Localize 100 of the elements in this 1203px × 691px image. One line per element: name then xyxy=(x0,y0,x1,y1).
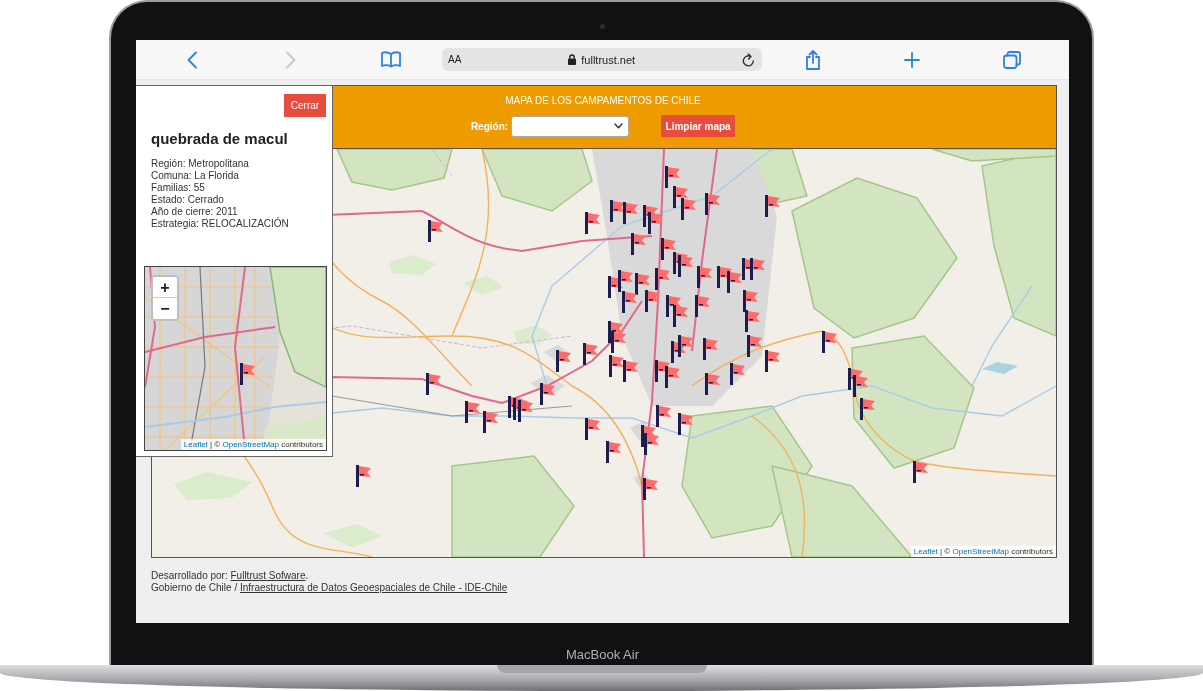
flag-icon[interactable] xyxy=(665,166,680,188)
vegetation-patch xyxy=(389,255,436,275)
back-button[interactable] xyxy=(186,50,198,69)
flag-icon[interactable] xyxy=(697,266,712,288)
flag-icon[interactable] xyxy=(356,465,371,487)
flag-icon[interactable] xyxy=(606,441,621,463)
flag-icon[interactable] xyxy=(610,200,625,222)
tabs-button[interactable] xyxy=(1003,50,1021,69)
flag-icon[interactable] xyxy=(618,270,633,292)
footer-link[interactable]: Infraestructura de Datos Geoespaciales de Chile - IDE-Chile xyxy=(239,582,508,593)
lock-icon xyxy=(568,54,577,65)
boundary-line xyxy=(431,149,453,177)
flag-icon[interactable] xyxy=(623,360,638,382)
flag-icon[interactable] xyxy=(483,411,498,433)
flag-icon[interactable] xyxy=(703,338,718,360)
flag-icon[interactable] xyxy=(585,212,600,234)
vegetation-patch xyxy=(462,276,504,295)
flag-icon[interactable] xyxy=(765,350,780,372)
flag-icon[interactable] xyxy=(240,363,255,385)
share-icon xyxy=(805,49,821,70)
attribution-link[interactable]: OpenStreetMap xyxy=(952,547,1009,556)
flag-icon[interactable] xyxy=(661,238,676,260)
vegetation-patch xyxy=(514,325,552,345)
model-text: MacBook Air xyxy=(566,647,639,662)
flag-icon[interactable] xyxy=(750,258,765,280)
map-attribution: Leaflet | © OpenStreetMap contributors xyxy=(180,439,326,450)
flag-icon[interactable] xyxy=(540,383,555,405)
detail-text: Región: Metropolitana xyxy=(151,158,250,170)
flag-icon[interactable] xyxy=(743,290,758,312)
flag-icon[interactable] xyxy=(765,195,780,217)
flag-icon[interactable] xyxy=(913,461,928,483)
flag-icon[interactable] xyxy=(745,310,760,332)
reader-mode-button[interactable]: AA xyxy=(448,54,462,65)
chevron-right-icon xyxy=(285,50,297,69)
reload-icon[interactable] xyxy=(742,52,755,67)
vegetation-patch xyxy=(324,524,382,548)
flag-icon[interactable] xyxy=(609,355,624,377)
flag-icon[interactable] xyxy=(631,233,646,255)
flag-icon[interactable] xyxy=(730,363,745,385)
flag-icon[interactable] xyxy=(643,478,658,500)
flag-icon[interactable] xyxy=(426,373,441,395)
tabs-icon xyxy=(1003,50,1021,69)
footer-link[interactable]: Fulltrust Sofware xyxy=(230,570,306,581)
close-button[interactable]: Cerrar xyxy=(284,94,326,117)
lake-area xyxy=(982,362,1018,374)
region-label: Región: xyxy=(470,120,509,132)
flag-icon[interactable] xyxy=(860,398,875,420)
attribution-link[interactable]: Leaflet xyxy=(913,547,938,556)
flag-icon[interactable] xyxy=(656,405,671,427)
flag-icon[interactable] xyxy=(678,335,693,357)
flag-icon[interactable] xyxy=(518,400,533,422)
flag-icon[interactable] xyxy=(608,321,623,343)
flag-icon[interactable] xyxy=(622,291,637,313)
flag-icon[interactable] xyxy=(727,271,742,293)
zoom-in-button[interactable]: + xyxy=(153,277,177,298)
flag-icon[interactable] xyxy=(611,331,626,353)
attribution-link[interactable]: Leaflet xyxy=(183,440,208,449)
flag-icon[interactable] xyxy=(655,268,670,290)
plus-icon xyxy=(904,51,920,68)
flag-icon[interactable] xyxy=(695,295,710,317)
flag-icon[interactable] xyxy=(673,186,688,208)
flag-icon[interactable] xyxy=(465,401,480,423)
flag-icon[interactable] xyxy=(666,295,681,317)
map-attribution: Leaflet | © OpenStreetMap contributors xyxy=(910,546,1056,557)
flag-icon[interactable] xyxy=(822,331,837,353)
flag-icon[interactable] xyxy=(705,193,720,215)
flag-icon[interactable] xyxy=(665,366,680,388)
detail-text: Comuna: La Florida xyxy=(151,170,240,182)
flag-icon[interactable] xyxy=(585,418,600,440)
open-book-icon xyxy=(381,51,401,68)
flag-icon[interactable] xyxy=(705,373,720,395)
flag-icon[interactable] xyxy=(853,375,868,397)
flag-icon[interactable] xyxy=(623,202,638,224)
detail-text: Estrategia: RELOCALIZACIÓN xyxy=(151,218,290,230)
new-tab-button[interactable] xyxy=(904,51,920,68)
flag-icon[interactable] xyxy=(681,198,696,220)
footer-text: Desarrollado por: Fulltrust Sofware. xyxy=(151,570,310,582)
flag-icon[interactable] xyxy=(678,255,693,277)
flag-icon[interactable] xyxy=(673,305,688,327)
flag-icon[interactable] xyxy=(556,350,571,372)
map-title: MAPA DE LOS CAMPAMENTOS DE CHILE xyxy=(505,95,701,107)
flag-icon[interactable] xyxy=(635,273,650,295)
camera-icon xyxy=(600,23,605,29)
flag-icon[interactable] xyxy=(648,212,663,234)
flag-icon[interactable] xyxy=(644,433,659,455)
flag-icon[interactable] xyxy=(428,220,443,242)
share-button[interactable] xyxy=(805,49,821,70)
detail-text: Año de cierre: 2011 xyxy=(151,206,239,217)
detail-text: Familias: 55 xyxy=(151,182,206,194)
flag-icon[interactable] xyxy=(678,413,693,435)
clear-map-button[interactable]: Limpiar mapa xyxy=(661,115,736,137)
flag-icon[interactable] xyxy=(583,343,598,365)
flag-icon[interactable] xyxy=(645,290,660,312)
address-bar[interactable]: AA fulltrust.net xyxy=(442,48,762,71)
flag-icon[interactable] xyxy=(747,335,762,357)
panel-title: quebrada de macul xyxy=(151,130,289,148)
chevron-down-icon xyxy=(614,123,624,129)
url-text: fulltrust.net xyxy=(581,53,636,66)
bookmarks-button[interactable] xyxy=(381,51,401,68)
attribution-link[interactable]: OpenStreetMap xyxy=(222,440,279,449)
